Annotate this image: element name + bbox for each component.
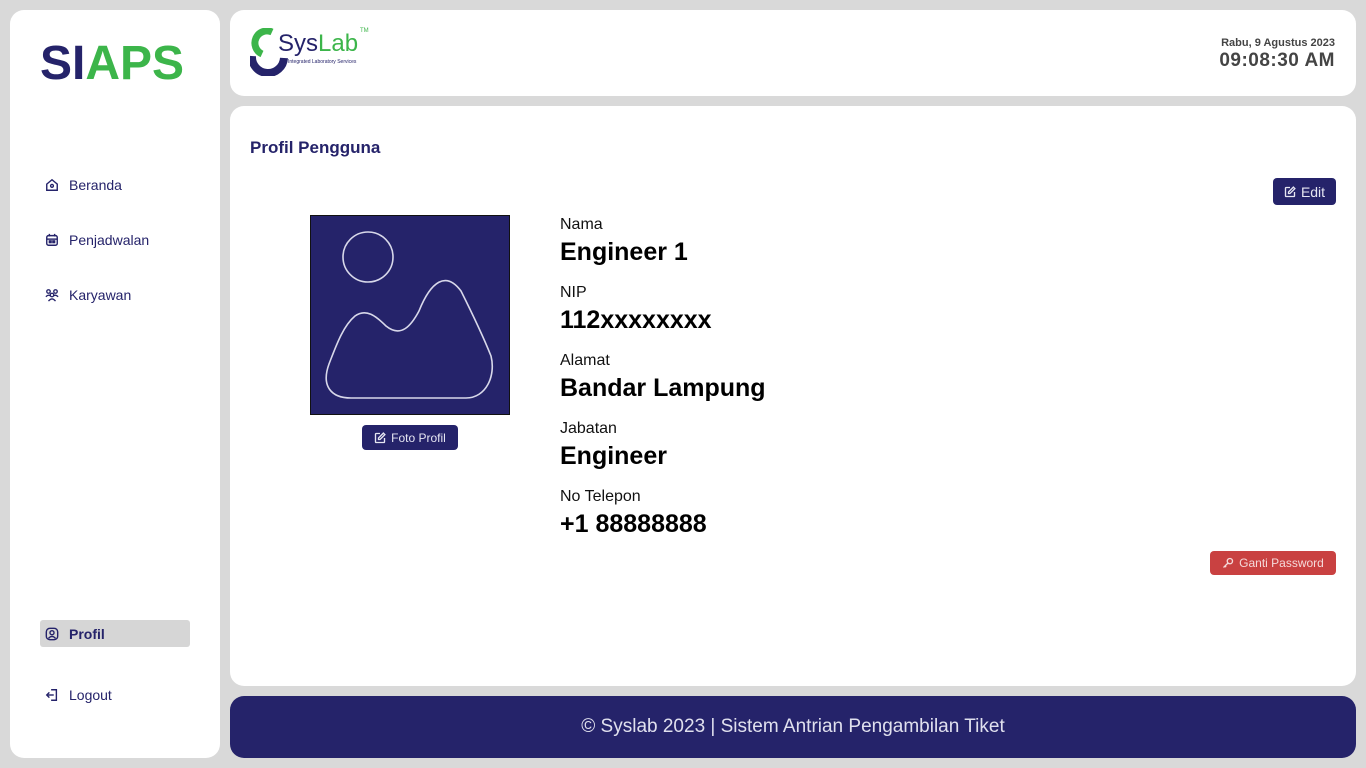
home-icon — [46, 178, 58, 191]
sidebar-item-label: Penjadwalan — [69, 231, 150, 248]
user-circle-icon — [45, 627, 59, 640]
header: SysLab TM Integrated Laboratory Services… — [230, 10, 1356, 96]
footer-text: © Syslab 2023 | Sistem Antrian Pengambil… — [581, 716, 1005, 737]
change-password-button[interactable]: Ganti Password — [1210, 551, 1336, 575]
current-time: 09:08:30 AM — [1219, 50, 1335, 71]
current-date: Rabu, 9 Agustus 2023 — [1221, 37, 1335, 49]
brand-logo: SysLab TM Integrated Laboratory Services — [250, 28, 380, 78]
footer: © Syslab 2023 | Sistem Antrian Pengambil… — [230, 696, 1356, 758]
page-title: Profil Pengguna — [250, 138, 381, 157]
profile-fields: Nama Engineer 1 NIP 112xxxxxxxx Alamat B… — [560, 214, 766, 554]
sidebar-item-logout[interactable]: Logout — [40, 681, 190, 708]
sidebar-item-penjadwalan[interactable]: Penjadwalan — [40, 226, 190, 253]
profile-photo — [310, 215, 510, 415]
key-icon — [1223, 557, 1234, 568]
field-jabatan: Jabatan Engineer — [560, 420, 667, 470]
sidebar-item-label: Karyawan — [69, 286, 132, 303]
sidebar-item-label: Beranda — [69, 176, 122, 193]
sidebar-item-label: Logout — [69, 686, 112, 703]
app-logo: SIAPS — [40, 37, 185, 90]
sidebar: SIAPS Beranda Penjadwalan Karyawan Profi… — [10, 10, 220, 758]
users-icon — [45, 288, 59, 302]
sidebar-item-beranda[interactable]: Beranda — [40, 171, 190, 198]
profile-panel: Profil Pengguna Edit Foto Profil Nama En… — [230, 106, 1356, 686]
sidebar-item-label: Profil — [69, 625, 105, 642]
field-nama: Nama Engineer 1 — [560, 216, 688, 266]
sidebar-item-karyawan[interactable]: Karyawan — [40, 281, 190, 308]
field-no-telepon: No Telepon +1 88888888 — [560, 488, 707, 538]
change-photo-button[interactable]: Foto Profil — [362, 425, 458, 450]
logout-icon — [45, 688, 58, 701]
edit-icon — [374, 431, 386, 443]
calendar-icon — [46, 233, 58, 246]
brand-name: SysLab — [278, 30, 359, 57]
edit-icon — [1284, 185, 1296, 197]
edit-button[interactable]: Edit — [1273, 178, 1336, 205]
field-nip: NIP 112xxxxxxxx — [560, 284, 712, 334]
brand-trademark: TM — [360, 28, 369, 34]
brand-subtitle: Integrated Laboratory Services — [288, 59, 357, 65]
image-placeholder-icon — [325, 231, 493, 399]
sidebar-item-profil[interactable]: Profil — [40, 620, 190, 647]
field-alamat: Alamat Bandar Lampung — [560, 352, 766, 402]
